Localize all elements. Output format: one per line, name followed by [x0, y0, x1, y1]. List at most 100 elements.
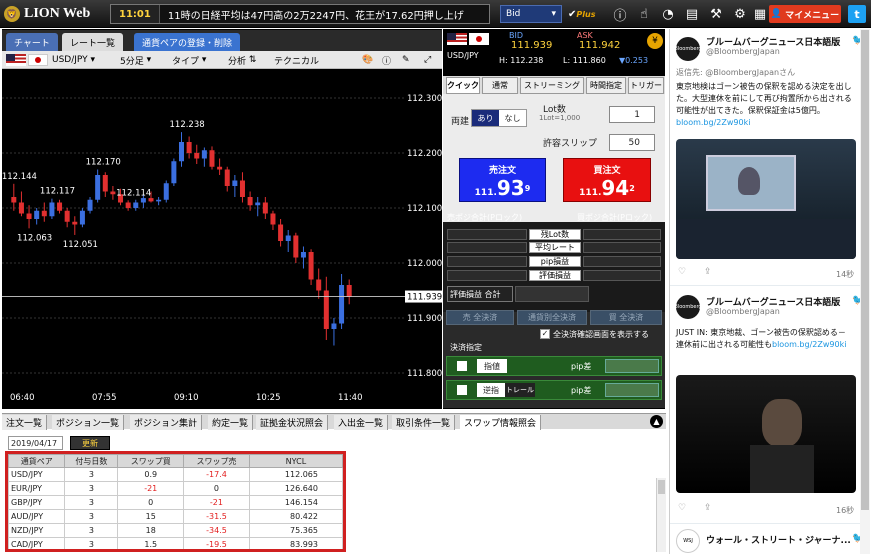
y-tick-label: 112.300: [407, 94, 442, 104]
both-toggle[interactable]: あり なし: [471, 109, 527, 127]
twitter-icon[interactable]: t: [848, 5, 866, 23]
tab-trade-conditions[interactable]: 取引条件一覧: [392, 415, 456, 430]
tab-time[interactable]: 時間指定: [586, 77, 626, 94]
price-annotation: 112.144: [2, 172, 37, 182]
hand-icon[interactable]: ☝: [634, 4, 654, 24]
limit-pip-input[interactable]: [605, 359, 659, 373]
my-menu-button[interactable]: 👤 マイメニュー: [769, 5, 841, 23]
share-icon[interactable]: ⇪: [704, 503, 712, 513]
x-tick-label: 07:55: [92, 393, 117, 403]
sell-all-settle-button[interactable]: 売 全決済: [446, 310, 514, 325]
info-small-icon[interactable]: ⓘ: [382, 53, 391, 67]
tab-streaming[interactable]: ストリーミング: [520, 77, 584, 94]
slip-input[interactable]: 50: [609, 134, 655, 151]
technical-button[interactable]: テクニカル: [274, 53, 319, 67]
stop-pip-input[interactable]: [605, 383, 659, 397]
tab-normal[interactable]: 通常: [482, 77, 518, 94]
info-icon[interactable]: ⓘ: [610, 4, 630, 24]
tweet-link[interactable]: bloom.bg/2Zw90ki: [676, 118, 750, 127]
palette-icon[interactable]: 🎨: [362, 53, 373, 67]
twitter-scrollbar[interactable]: [860, 29, 870, 554]
interval-select[interactable]: 5分足 ▾: [120, 53, 151, 67]
order-tab-bar: クイック 通常 ストリーミング 時間指定 トリガー: [443, 76, 665, 94]
table-row: EUR/JPY 3 -21 0 126.640: [8, 481, 343, 496]
tweet-handle[interactable]: @BloombergJapan: [706, 307, 780, 316]
pen-icon[interactable]: ✎: [402, 53, 410, 67]
tab-quick[interactable]: クイック: [446, 77, 480, 94]
buy-order-button[interactable]: 買注文 111.942: [563, 158, 651, 202]
candle-body: [179, 142, 184, 162]
gear-icon[interactable]: ⚙: [730, 4, 750, 24]
bloomberg-avatar[interactable]: Bloomberg: [674, 37, 702, 61]
share-icon[interactable]: ⇪: [704, 267, 712, 277]
tweet-author[interactable]: ウォール・ストリート・ジャーナ...: [706, 533, 851, 546]
both-label: 両建: [451, 117, 470, 127]
layout-icon[interactable]: ▦: [750, 4, 770, 24]
tab-deposits[interactable]: 入出金一覧: [334, 415, 389, 430]
tool-icon[interactable]: ⚒: [706, 4, 726, 24]
tab-rate-list[interactable]: レート一覧: [62, 33, 124, 51]
cell-swap-sell: 0: [183, 481, 250, 496]
pie-chart-icon[interactable]: ◔: [658, 4, 678, 24]
wsj-avatar[interactable]: WSJ: [676, 529, 700, 553]
document-icon[interactable]: ▤: [682, 4, 702, 24]
twitter-feed[interactable]: Bloomberg ブルームバーグニュース日本語版 @BloombergJapa…: [669, 29, 870, 554]
candle-body: [57, 202, 63, 211]
candle-body: [285, 235, 291, 241]
news-ticker[interactable]: 11:01 11時の日経平均は47円高の2万2247円、花王が17.62円押し上げ: [110, 4, 490, 24]
collapse-icon[interactable]: ▲: [650, 415, 663, 428]
x-tick-label: 06:40: [10, 393, 35, 403]
buy-all-settle-button[interactable]: 買 全決済: [590, 310, 662, 325]
pair-all-settle-button[interactable]: 通貨別全決済: [517, 310, 587, 325]
both-on[interactable]: あり: [472, 110, 499, 126]
tab-executions[interactable]: 約定一覧: [208, 415, 254, 430]
stop-button[interactable]: 逆指: [477, 383, 505, 397]
expand-icon[interactable]: ⤢: [424, 53, 431, 67]
tab-pair-register[interactable]: 通貨ペアの登録・削除: [134, 33, 241, 51]
yen-icon[interactable]: ¥: [647, 33, 663, 49]
swap-date-field[interactable]: 2019/04/17: [8, 436, 63, 450]
bloomberg-avatar[interactable]: Bloomberg: [674, 295, 702, 319]
tweet-handle[interactable]: @BloombergJapan: [706, 47, 780, 56]
cell-days: 3: [64, 509, 119, 524]
divider: [670, 523, 860, 524]
trail-button[interactable]: トレール: [505, 383, 535, 397]
table-scrollbar[interactable]: [656, 478, 666, 552]
cell-nycl: 80.422: [248, 509, 343, 524]
price-type-select[interactable]: Bid ▾: [500, 5, 562, 23]
tab-trigger[interactable]: トリガー: [628, 77, 664, 94]
limit-checkbox[interactable]: [457, 361, 467, 371]
cell-days: 3: [64, 481, 119, 496]
chart-type-select[interactable]: タイプ ▾: [172, 53, 206, 67]
lot-input[interactable]: 1: [609, 106, 655, 123]
pair-select[interactable]: USD/JPY ▾: [52, 53, 95, 67]
tab-chart[interactable]: チャート: [6, 33, 58, 51]
tab-positions[interactable]: ポジション一覧: [52, 415, 125, 430]
sell-order-button[interactable]: 売注文 111.939: [459, 158, 546, 202]
tweet-link[interactable]: bloom.bg/2Zw90ki: [772, 340, 846, 349]
limit-button[interactable]: 指値: [477, 359, 507, 373]
tweet-image-press[interactable]: [676, 139, 856, 259]
both-off[interactable]: なし: [499, 110, 526, 126]
tab-position-summary[interactable]: ポジション集計: [130, 415, 203, 430]
tab-orders[interactable]: 注文一覧: [2, 415, 48, 430]
stop-checkbox[interactable]: [457, 385, 467, 395]
analysis-button[interactable]: 分析 ⇅: [228, 53, 256, 67]
cell-pair: GBP/JPY: [8, 495, 66, 510]
candle-body: [125, 202, 131, 208]
ticker-headline: 11時の日経平均は47円高の2万2247円、花王が17.62円押し上げ: [167, 10, 464, 22]
tab-swap-info[interactable]: スワップ情報照会: [460, 415, 542, 430]
tweet-image-car[interactable]: [676, 375, 856, 493]
confirm-checkbox[interactable]: ✓: [540, 329, 550, 339]
price-annotation: 112.117: [40, 187, 75, 197]
sell-eval-pl: [447, 270, 527, 281]
update-button[interactable]: 更新: [70, 436, 110, 450]
like-icon[interactable]: ♡: [678, 503, 686, 513]
like-icon[interactable]: ♡: [678, 267, 686, 277]
candle-body: [300, 252, 306, 258]
candlestick-chart[interactable]: 112.238 112.170 112.144112.117 112.114 112.0…: [2, 70, 405, 390]
bid-price: 111.939: [511, 40, 553, 51]
tab-margin[interactable]: 証拠金状況照会: [256, 415, 329, 430]
pip-pl-label: pip損益: [529, 256, 581, 267]
slip-label: 許容スリップ: [543, 139, 598, 149]
